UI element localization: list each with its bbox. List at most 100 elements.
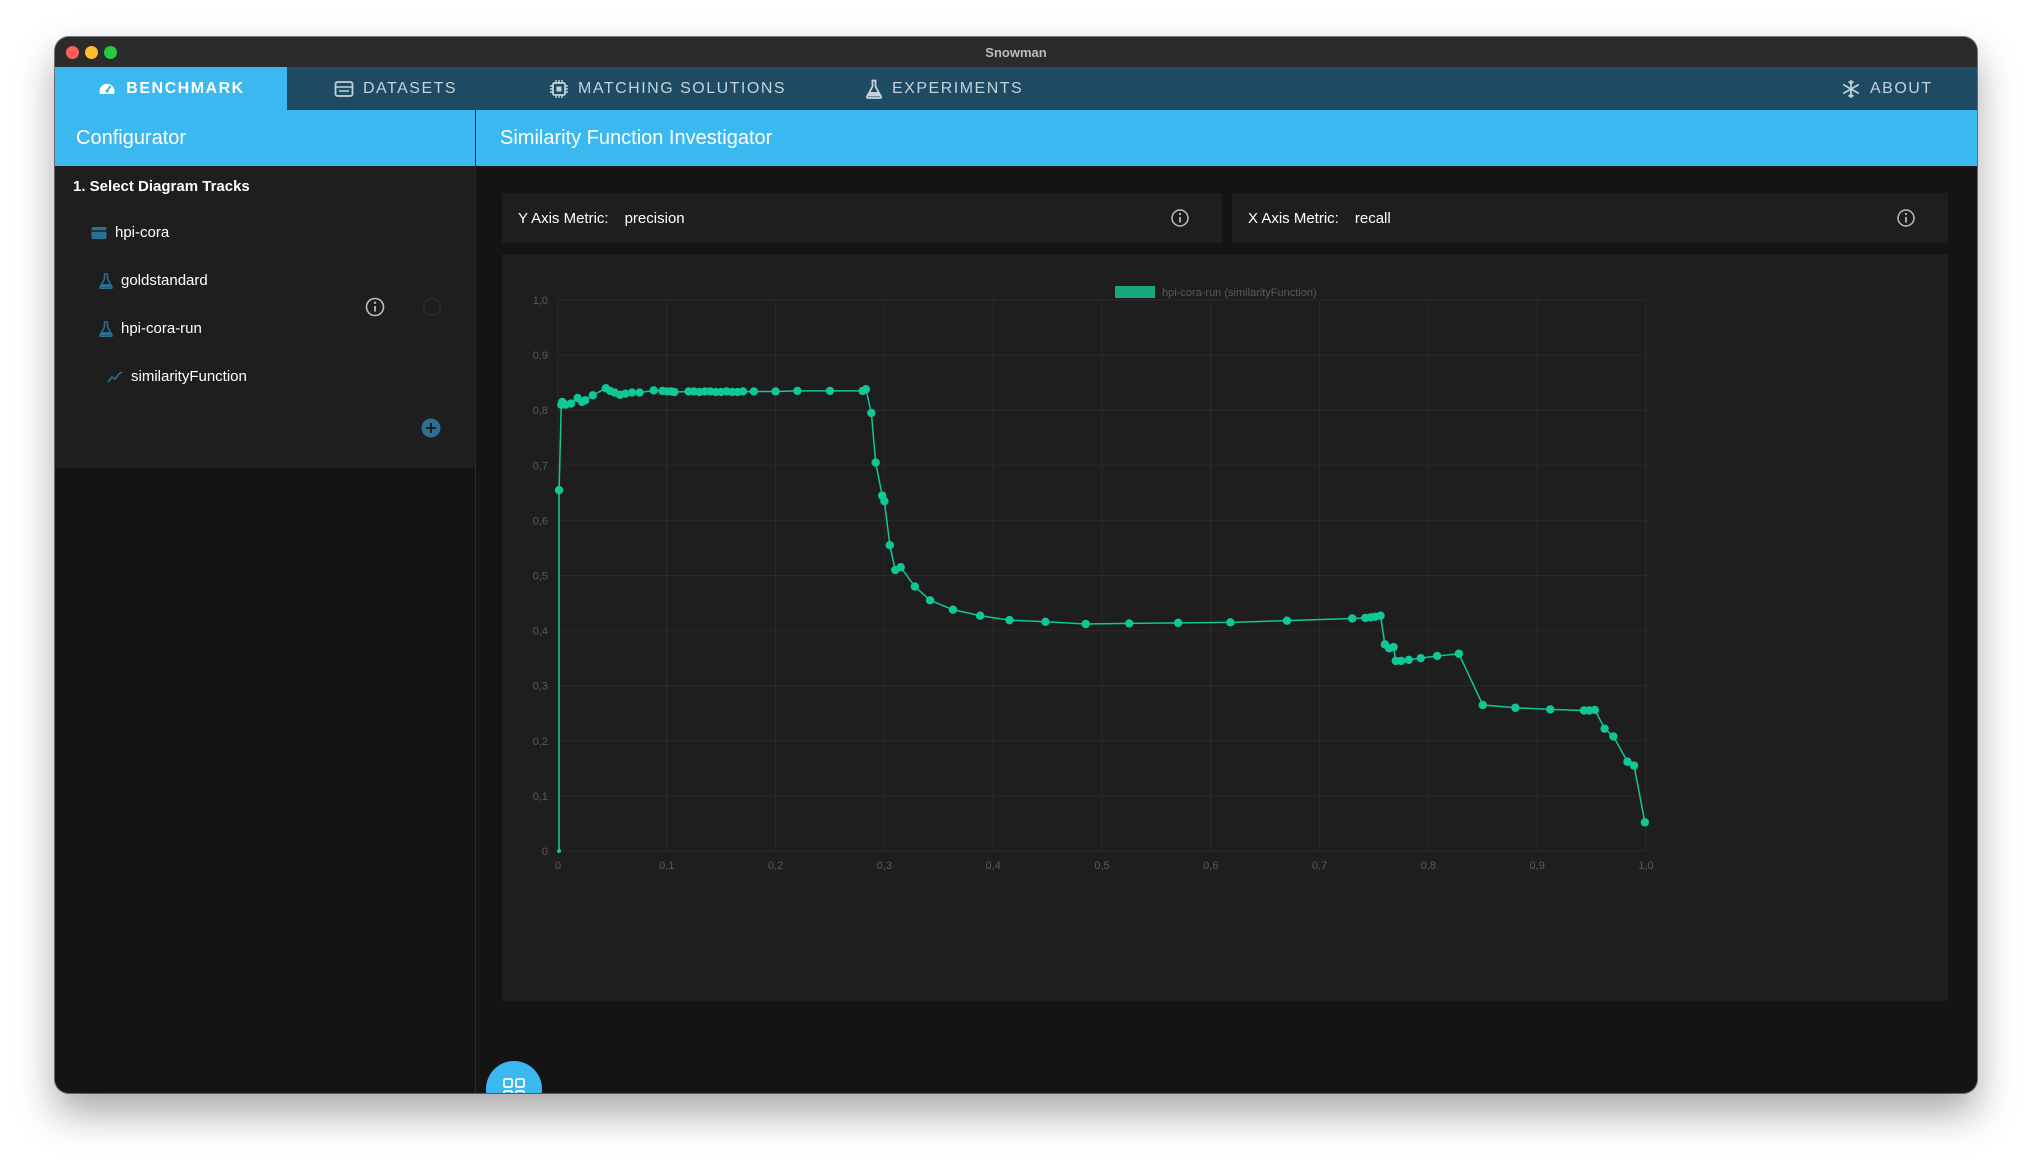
section-title: 1. Select Diagram Tracks <box>73 178 250 195</box>
data-point <box>649 386 658 395</box>
data-point <box>1081 619 1090 629</box>
legend-swatch <box>1115 286 1155 298</box>
y-tick-label: 1,0 <box>533 295 548 307</box>
track-item-goldstandard[interactable]: goldstandard <box>99 272 208 289</box>
tab-benchmark[interactable]: BENCHMARK <box>55 67 287 110</box>
data-point <box>554 485 564 495</box>
data-point <box>825 386 835 396</box>
data-point <box>1282 616 1292 625</box>
data-point <box>910 582 920 591</box>
track-label: goldstandard <box>121 272 208 289</box>
y-tick-label: 0 <box>542 846 548 858</box>
y-axis-metric-select[interactable]: Y Axis Metric: precision <box>502 193 1222 243</box>
data-point <box>1125 619 1134 628</box>
data-point <box>948 605 958 614</box>
data-point <box>1226 618 1235 627</box>
info-icon[interactable] <box>1896 208 1916 228</box>
data-point <box>1389 642 1398 652</box>
data-point <box>1376 611 1385 620</box>
x-tick-label: 1,0 <box>1638 860 1653 872</box>
data-point <box>880 496 889 506</box>
data-point <box>1041 617 1050 626</box>
data-point <box>670 387 679 397</box>
data-point <box>896 563 905 572</box>
main-content: Similarity Function Investigator Y Axis … <box>476 110 1977 1093</box>
data-point <box>1416 653 1425 663</box>
track-item-similarity-function[interactable]: similarityFunction <box>107 368 247 385</box>
app-window: Snowman BENCHMARK DATASETS MATCHING SOLU… <box>55 37 1977 1093</box>
x-tick-label: 0,3 <box>877 860 892 872</box>
x-axis-metric-select[interactable]: X Axis Metric: recall <box>1232 193 1948 243</box>
legend-label: hpi-cora-run (similarityFunction) <box>1162 287 1317 299</box>
title-bar: Snowman <box>55 37 1977 68</box>
data-point <box>738 387 748 396</box>
x-tick-label: 0,4 <box>986 860 1001 872</box>
configurator-sidebar: Configurator 1. Select Diagram Tracks hp… <box>55 110 476 1093</box>
y-tick-label: 0,2 <box>533 736 548 748</box>
data-point <box>1478 700 1487 710</box>
data-point <box>1609 732 1618 741</box>
data-point <box>867 408 876 418</box>
tab-about[interactable]: ABOUT <box>1841 67 1933 110</box>
data-point <box>1348 614 1357 623</box>
data-point <box>1546 705 1555 714</box>
data-point <box>925 596 935 605</box>
tab-label: ABOUT <box>1870 79 1933 97</box>
data-point <box>885 540 895 550</box>
track-item-hpi-cora-run[interactable]: hpi-cora-run <box>99 320 202 337</box>
x-tick-label: 0,9 <box>1530 860 1545 872</box>
chart-card: 0 0,1 0,2 0,3 0,4 0,5 0,6 0,7 0,8 0,9 1,0 0 0,1 0,2 0,… <box>502 254 1948 1001</box>
y-tick-label: 0,1 <box>533 791 548 803</box>
y-tick-label: 0,6 <box>533 515 548 527</box>
x-axis-metric-value: recall <box>1354 209 1391 227</box>
data-point <box>1454 649 1464 658</box>
snowflake-icon <box>1842 79 1860 98</box>
tab-datasets[interactable]: DATASETS <box>334 67 457 110</box>
dataset-icon <box>91 226 107 239</box>
data-point <box>975 611 985 620</box>
track-label: hpi-cora <box>115 224 170 241</box>
y-tick-label: 0,7 <box>533 460 548 472</box>
y-axis-metric-value: precision <box>624 209 685 227</box>
tab-experiments[interactable]: EXPERIMENTS <box>865 67 1023 110</box>
y-tick-label: 0,9 <box>533 350 548 362</box>
add-track-icon[interactable] <box>420 417 442 439</box>
settings-icon[interactable] <box>421 296 443 318</box>
flask-icon <box>865 79 883 99</box>
data-point <box>871 458 880 467</box>
data-point <box>749 387 759 396</box>
data-point <box>1640 818 1650 827</box>
tab-label: BENCHMARK <box>126 79 245 97</box>
tab-label: MATCHING SOLUTIONS <box>578 79 787 97</box>
flask-icon <box>99 272 113 289</box>
chip-icon <box>550 79 568 98</box>
x-tick-label: 0,8 <box>1421 860 1436 872</box>
data-point <box>771 387 780 396</box>
tab-label: DATASETS <box>363 79 458 97</box>
window-title: Snowman <box>985 45 1047 60</box>
info-icon[interactable] <box>364 296 386 318</box>
tab-matching-solutions[interactable]: MATCHING SOLUTIONS <box>549 67 786 110</box>
y-tick-label: 0,5 <box>533 571 548 583</box>
info-icon[interactable] <box>1170 208 1190 228</box>
data-point <box>1590 705 1600 715</box>
data-point <box>627 388 637 397</box>
data-point <box>1511 703 1520 712</box>
data-point <box>588 391 598 400</box>
x-tick-label: 0,2 <box>768 860 783 872</box>
track-item-hpi-cora[interactable]: hpi-cora <box>91 224 169 241</box>
data-point <box>566 399 576 408</box>
data-point <box>861 385 871 394</box>
layout-toggle-button[interactable] <box>486 1061 542 1093</box>
y-axis-metric-label: Y Axis Metric: <box>518 209 609 227</box>
speedometer-icon <box>99 83 115 94</box>
tab-label: EXPERIMENTS <box>892 79 1024 97</box>
x-tick-label: 0,7 <box>1312 860 1327 872</box>
page-title: Similarity Function Investigator <box>476 110 1977 166</box>
flask-icon <box>99 320 113 337</box>
precision-recall-chart: 0 0,1 0,2 0,3 0,4 0,5 0,6 0,7 0,8 0,9 1,0 0 0,1 0,2 0,… <box>533 286 1654 872</box>
x-axis-metric-label: X Axis Metric: <box>1248 209 1339 227</box>
data-point <box>1600 724 1609 733</box>
track-label: hpi-cora-run <box>121 320 202 337</box>
data-point <box>1005 615 1014 625</box>
